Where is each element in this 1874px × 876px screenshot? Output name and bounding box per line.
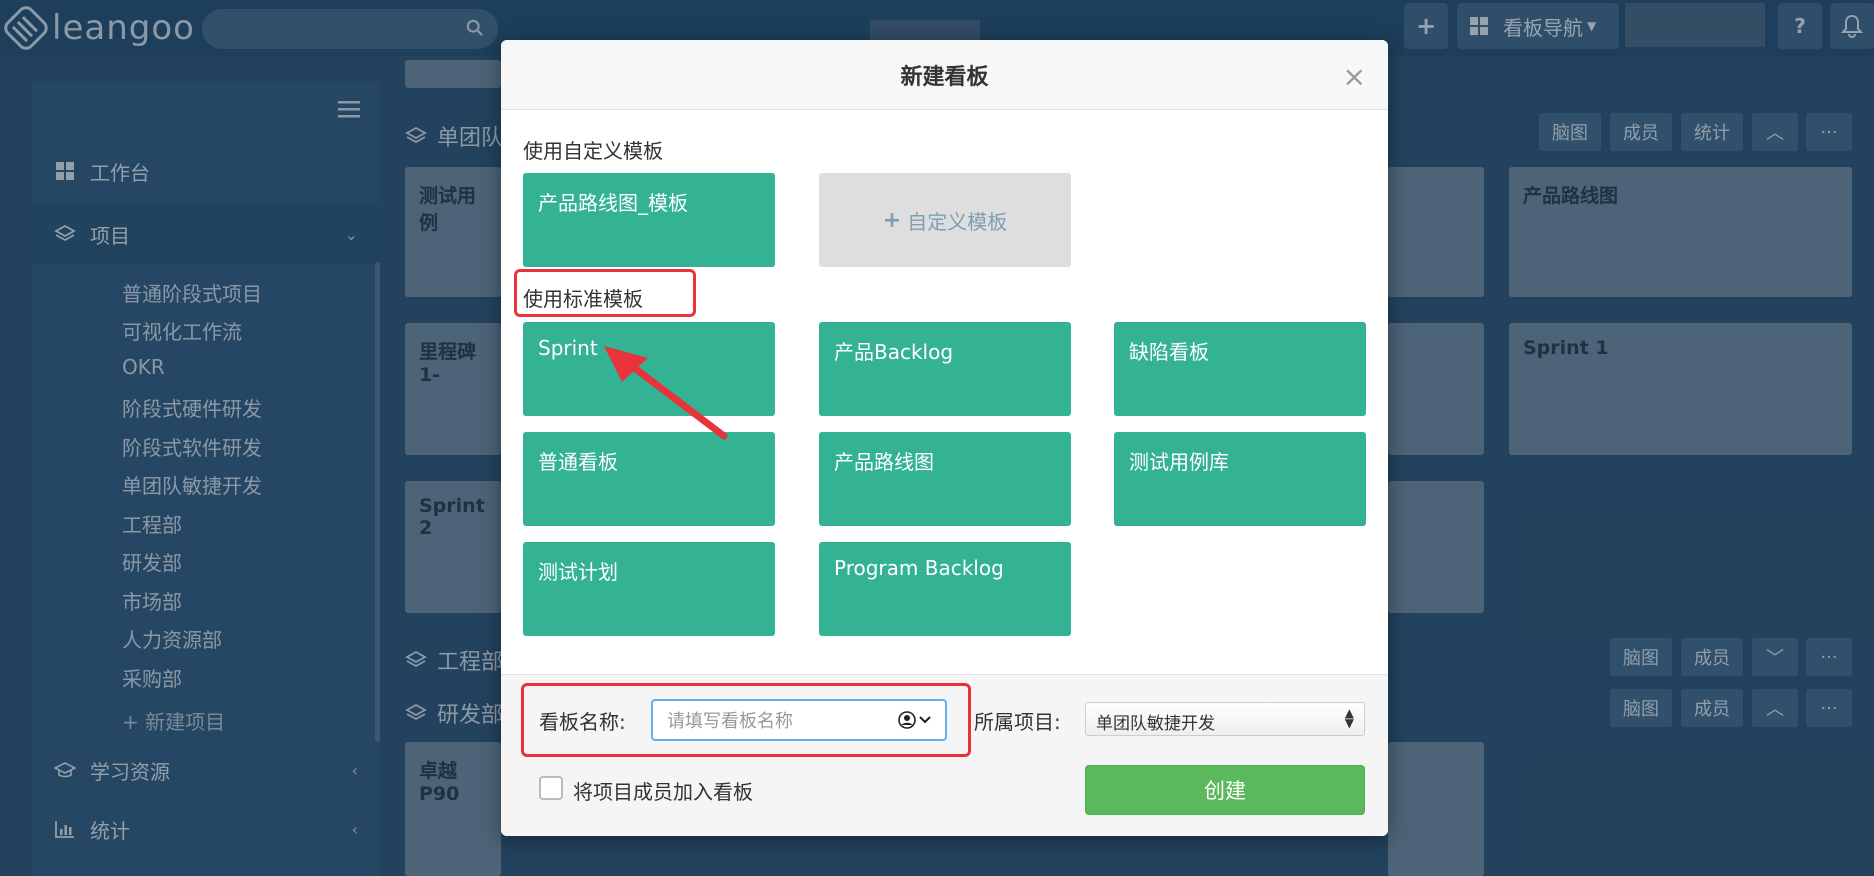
dialog-title: 新建看板 bbox=[900, 64, 989, 90]
close-icon[interactable]: × bbox=[1343, 60, 1366, 93]
template-card[interactable]: 产品Backlog bbox=[819, 322, 1071, 416]
select-arrows-icon: ▲ ▼ bbox=[1344, 706, 1354, 730]
project-select[interactable]: 单团队敏捷开发 ▲ ▼ bbox=[1085, 702, 1365, 736]
custom-template-heading: 使用自定义模板 bbox=[523, 139, 663, 163]
plus-icon: + bbox=[882, 207, 902, 233]
member-picker[interactable] bbox=[898, 711, 931, 729]
board-name-input[interactable]: 请填写看板名称 bbox=[651, 699, 947, 741]
add-members-checkbox[interactable] bbox=[539, 776, 563, 800]
create-button[interactable]: 创建 bbox=[1085, 765, 1365, 815]
board-name-label: 看板名称: bbox=[539, 710, 626, 734]
template-card[interactable]: 产品路线图 bbox=[819, 432, 1071, 526]
template-card[interactable]: 测试用例库 bbox=[1114, 432, 1366, 526]
add-custom-template-button[interactable]: + 自定义模板 bbox=[819, 173, 1071, 267]
chevron-down-icon bbox=[919, 716, 931, 724]
add-members-label: 将项目成员加入看板 bbox=[573, 780, 753, 804]
template-card[interactable]: 缺陷看板 bbox=[1114, 322, 1366, 416]
template-card[interactable]: Program Backlog bbox=[819, 542, 1071, 636]
new-board-dialog: 新建看板 × 使用自定义模板 产品路线图_模板 + 自定义模板 使用标准模板 S… bbox=[501, 40, 1388, 836]
template-card[interactable]: 产品路线图_模板 bbox=[523, 173, 775, 267]
dialog-header: 新建看板 × bbox=[501, 40, 1388, 110]
red-arrow-annotation bbox=[604, 346, 728, 440]
template-card[interactable]: 测试计划 bbox=[523, 542, 775, 636]
standard-template-heading: 使用标准模板 bbox=[523, 287, 643, 311]
project-label: 所属项目: bbox=[974, 710, 1061, 734]
user-circle-icon bbox=[898, 711, 916, 729]
